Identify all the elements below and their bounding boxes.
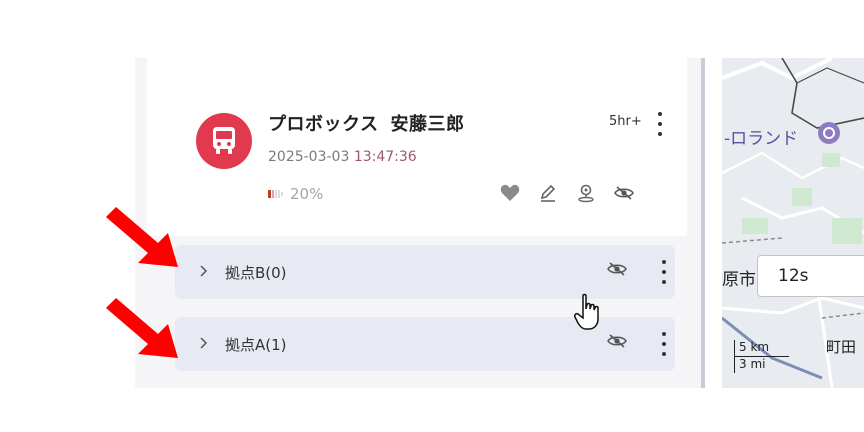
timestamp: 2025-03-03 13:47:36 bbox=[268, 149, 417, 165]
heart-icon[interactable] bbox=[499, 182, 521, 204]
timestamp-time: 13:47:36 bbox=[353, 149, 417, 165]
map-scale: 5 km 3 mi bbox=[734, 340, 789, 373]
group-menu-icon[interactable] bbox=[659, 260, 669, 284]
annotation-arrow bbox=[106, 298, 178, 358]
vehicle-menu-icon[interactable] bbox=[655, 112, 665, 136]
scale-mi: 3 mi bbox=[734, 357, 769, 373]
last-seen: 5hr+ bbox=[609, 114, 642, 129]
time-input[interactable]: 12s bbox=[757, 255, 864, 297]
battery-low-icon bbox=[268, 184, 284, 203]
bus-icon bbox=[196, 113, 252, 169]
scale-km: 5 km bbox=[734, 340, 789, 357]
panel-divider[interactable] bbox=[701, 58, 705, 388]
battery-percent: 20% bbox=[290, 184, 324, 203]
driver-name: 安藤三郎 bbox=[390, 114, 465, 135]
vehicle-card[interactable]: プロボックス 安藤三郎 2025-03-03 13:47:36 20% 5hr+ bbox=[147, 58, 687, 236]
map-town-label: 町田 bbox=[826, 338, 857, 356]
chevron-right-icon[interactable] bbox=[197, 334, 211, 352]
group-label: 拠点B(0) bbox=[225, 264, 287, 282]
group-label: 拠点A(1) bbox=[225, 336, 287, 354]
hand-cursor-icon bbox=[574, 293, 599, 330]
location-icon[interactable] bbox=[575, 182, 597, 204]
group-row[interactable]: 拠点B(0) bbox=[175, 245, 675, 299]
chevron-right-icon[interactable] bbox=[197, 262, 211, 280]
map-city-label: 原市 bbox=[722, 270, 756, 290]
vehicle-name: プロボックス 安藤三郎 bbox=[268, 110, 464, 136]
map-poi-label: -ロランド bbox=[724, 129, 799, 149]
poi-marker-icon[interactable] bbox=[818, 122, 840, 144]
vehicle-list-panel: プロボックス安藤三郎 2025-03-03 13:47:36 20% 5hr+ bbox=[135, 58, 703, 388]
group-menu-icon[interactable] bbox=[659, 332, 669, 356]
eye-hidden-icon[interactable] bbox=[613, 182, 635, 204]
timestamp-date: 2025-03-03 bbox=[268, 149, 350, 165]
vehicle-actions bbox=[499, 182, 635, 204]
eye-hidden-icon[interactable] bbox=[607, 333, 629, 355]
battery-status: 20% bbox=[268, 184, 323, 203]
eye-hidden-icon[interactable] bbox=[607, 261, 629, 283]
edit-icon[interactable] bbox=[537, 182, 559, 204]
vehicle-model: プロボックス bbox=[268, 114, 379, 135]
map-view[interactable]: -ロランド 原市 町田 12s 5 km 3 mi bbox=[722, 58, 864, 388]
annotation-arrow bbox=[106, 207, 178, 267]
